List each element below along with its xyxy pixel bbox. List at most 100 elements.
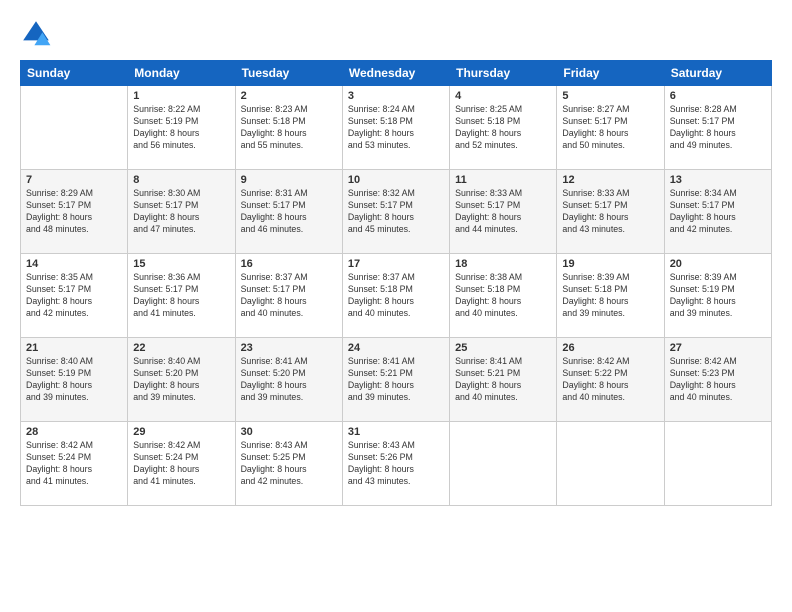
calendar-cell: 19Sunrise: 8:39 AM Sunset: 5:18 PM Dayli… (557, 254, 664, 338)
calendar-cell: 18Sunrise: 8:38 AM Sunset: 5:18 PM Dayli… (450, 254, 557, 338)
calendar-cell: 16 Sunrise: 8:37 AM Sunset: 5:17 PM Dayli… (235, 254, 342, 338)
day-info: Sunrise: 8:42 AM Sunset: 5:24 PM Dayligh… (133, 440, 229, 488)
calendar-cell: 14 Sunrise: 8:35 AM Sunset: 5:17 PM Dayli… (21, 254, 128, 338)
calendar-cell (664, 422, 771, 506)
weekday-header-saturday: Saturday (664, 61, 771, 86)
day-info: Sunrise: 8:35 AM Sunset: 5:17 PM Dayligh… (26, 272, 122, 320)
day-number: 29 (133, 426, 229, 438)
calendar-cell: 30 Sunrise: 8:43 AM Sunset: 5:25 PM Dayli… (235, 422, 342, 506)
day-info: Sunrise: 8:29 AM Sunset: 5:17 PM Dayligh… (26, 188, 122, 236)
day-info: Sunrise: 8:37 AM Sunset: 5:18 PM Dayligh… (348, 272, 444, 320)
calendar-cell (557, 422, 664, 506)
day-number: 26 (562, 342, 658, 354)
day-info: Sunrise: 8:41 AM Sunset: 5:21 PM Dayligh… (455, 356, 551, 404)
day-info: Sunrise: 8:42 AM Sunset: 5:22 PM Dayligh… (562, 356, 658, 404)
page: SundayMondayTuesdayWednesdayThursdayFrid… (0, 0, 792, 612)
calendar-cell: 9Sunrise: 8:31 AM Sunset: 5:17 PM Daylig… (235, 170, 342, 254)
day-number: 21 (26, 342, 122, 354)
day-number: 8 (133, 174, 229, 186)
day-number: 6 (670, 90, 766, 102)
calendar-cell: 7 Sunrise: 8:29 AM Sunset: 5:17 PM Daylig… (21, 170, 128, 254)
calendar-cell (450, 422, 557, 506)
day-number: 10 (348, 174, 444, 186)
day-info: Sunrise: 8:32 AM Sunset: 5:17 PM Dayligh… (348, 188, 444, 236)
day-info: Sunrise: 8:22 AM Sunset: 5:19 PM Dayligh… (133, 104, 229, 152)
day-number: 31 (348, 426, 444, 438)
day-number: 19 (562, 258, 658, 270)
calendar-cell: 23 Sunrise: 8:41 AM Sunset: 5:20 PM Dayli… (235, 338, 342, 422)
calendar-week-row: 14 Sunrise: 8:35 AM Sunset: 5:17 PM Dayli… (21, 254, 772, 338)
calendar-cell: 22 Sunrise: 8:40 AM Sunset: 5:20 PM Dayli… (128, 338, 235, 422)
day-info: Sunrise: 8:27 AM Sunset: 5:17 PM Dayligh… (562, 104, 658, 152)
day-number: 15 (133, 258, 229, 270)
day-info: Sunrise: 8:43 AM Sunset: 5:25 PM Dayligh… (241, 440, 337, 488)
day-info: Sunrise: 8:23 AM Sunset: 5:18 PM Dayligh… (241, 104, 337, 152)
calendar-cell: 12 Sunrise: 8:33 AM Sunset: 5:17 PM Dayli… (557, 170, 664, 254)
day-number: 30 (241, 426, 337, 438)
calendar-cell: 31Sunrise: 8:43 AM Sunset: 5:26 PM Dayli… (342, 422, 449, 506)
day-number: 14 (26, 258, 122, 270)
day-info: Sunrise: 8:42 AM Sunset: 5:24 PM Dayligh… (26, 440, 122, 488)
calendar-cell: 8 Sunrise: 8:30 AM Sunset: 5:17 PM Daylig… (128, 170, 235, 254)
day-info: Sunrise: 8:41 AM Sunset: 5:20 PM Dayligh… (241, 356, 337, 404)
day-info: Sunrise: 8:33 AM Sunset: 5:17 PM Dayligh… (562, 188, 658, 236)
day-info: Sunrise: 8:38 AM Sunset: 5:18 PM Dayligh… (455, 272, 551, 320)
calendar-cell: 26 Sunrise: 8:42 AM Sunset: 5:22 PM Dayli… (557, 338, 664, 422)
calendar-cell (21, 86, 128, 170)
calendar-week-row: 21 Sunrise: 8:40 AM Sunset: 5:19 PM Dayli… (21, 338, 772, 422)
day-number: 23 (241, 342, 337, 354)
day-info: Sunrise: 8:37 AM Sunset: 5:17 PM Dayligh… (241, 272, 337, 320)
calendar-cell: 29 Sunrise: 8:42 AM Sunset: 5:24 PM Dayli… (128, 422, 235, 506)
calendar-cell: 28Sunrise: 8:42 AM Sunset: 5:24 PM Dayli… (21, 422, 128, 506)
calendar-cell: 4 Sunrise: 8:25 AM Sunset: 5:18 PM Daylig… (450, 86, 557, 170)
header (20, 18, 772, 50)
calendar-cell: 1Sunrise: 8:22 AM Sunset: 5:19 PM Daylig… (128, 86, 235, 170)
calendar-cell: 2 Sunrise: 8:23 AM Sunset: 5:18 PM Daylig… (235, 86, 342, 170)
calendar-cell: 13Sunrise: 8:34 AM Sunset: 5:17 PM Dayli… (664, 170, 771, 254)
day-info: Sunrise: 8:40 AM Sunset: 5:20 PM Dayligh… (133, 356, 229, 404)
calendar-week-row: 7 Sunrise: 8:29 AM Sunset: 5:17 PM Daylig… (21, 170, 772, 254)
calendar-cell: 10 Sunrise: 8:32 AM Sunset: 5:17 PM Dayli… (342, 170, 449, 254)
day-number: 12 (562, 174, 658, 186)
logo (20, 18, 56, 50)
calendar-week-row: 1Sunrise: 8:22 AM Sunset: 5:19 PM Daylig… (21, 86, 772, 170)
calendar-cell: 6 Sunrise: 8:28 AM Sunset: 5:17 PM Daylig… (664, 86, 771, 170)
day-number: 25 (455, 342, 551, 354)
day-number: 16 (241, 258, 337, 270)
day-info: Sunrise: 8:25 AM Sunset: 5:18 PM Dayligh… (455, 104, 551, 152)
weekday-header-thursday: Thursday (450, 61, 557, 86)
weekday-header-row: SundayMondayTuesdayWednesdayThursdayFrid… (21, 61, 772, 86)
weekday-header-monday: Monday (128, 61, 235, 86)
weekday-header-wednesday: Wednesday (342, 61, 449, 86)
day-info: Sunrise: 8:33 AM Sunset: 5:17 PM Dayligh… (455, 188, 551, 236)
day-number: 20 (670, 258, 766, 270)
day-info: Sunrise: 8:42 AM Sunset: 5:23 PM Dayligh… (670, 356, 766, 404)
day-number: 3 (348, 90, 444, 102)
day-info: Sunrise: 8:39 AM Sunset: 5:19 PM Dayligh… (670, 272, 766, 320)
day-number: 13 (670, 174, 766, 186)
day-info: Sunrise: 8:30 AM Sunset: 5:17 PM Dayligh… (133, 188, 229, 236)
calendar-cell: 11Sunrise: 8:33 AM Sunset: 5:17 PM Dayli… (450, 170, 557, 254)
weekday-header-tuesday: Tuesday (235, 61, 342, 86)
day-number: 5 (562, 90, 658, 102)
day-number: 22 (133, 342, 229, 354)
calendar-cell: 21 Sunrise: 8:40 AM Sunset: 5:19 PM Dayli… (21, 338, 128, 422)
day-number: 24 (348, 342, 444, 354)
weekday-header-sunday: Sunday (21, 61, 128, 86)
calendar-cell: 25 Sunrise: 8:41 AM Sunset: 5:21 PM Dayli… (450, 338, 557, 422)
day-number: 4 (455, 90, 551, 102)
calendar-cell: 27 Sunrise: 8:42 AM Sunset: 5:23 PM Dayli… (664, 338, 771, 422)
day-number: 27 (670, 342, 766, 354)
weekday-header-friday: Friday (557, 61, 664, 86)
day-number: 17 (348, 258, 444, 270)
day-info: Sunrise: 8:36 AM Sunset: 5:17 PM Dayligh… (133, 272, 229, 320)
day-info: Sunrise: 8:40 AM Sunset: 5:19 PM Dayligh… (26, 356, 122, 404)
calendar-cell: 15 Sunrise: 8:36 AM Sunset: 5:17 PM Dayli… (128, 254, 235, 338)
calendar-cell: 24 Sunrise: 8:41 AM Sunset: 5:21 PM Dayli… (342, 338, 449, 422)
day-info: Sunrise: 8:41 AM Sunset: 5:21 PM Dayligh… (348, 356, 444, 404)
day-number: 9 (241, 174, 337, 186)
day-number: 7 (26, 174, 122, 186)
day-number: 2 (241, 90, 337, 102)
day-info: Sunrise: 8:28 AM Sunset: 5:17 PM Dayligh… (670, 104, 766, 152)
calendar-cell: 5 Sunrise: 8:27 AM Sunset: 5:17 PM Daylig… (557, 86, 664, 170)
